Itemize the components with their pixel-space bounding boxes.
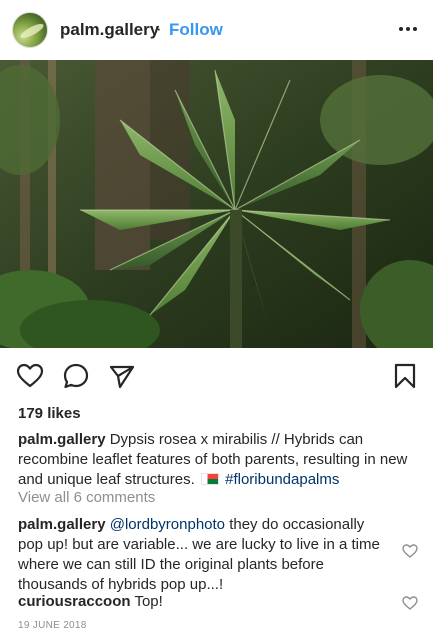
avatar[interactable] <box>12 12 48 48</box>
follow-button[interactable]: Follow <box>169 20 223 40</box>
post-date: 19 JUNE 2018 <box>18 620 87 631</box>
post-image[interactable] <box>0 60 433 348</box>
bookmark-icon[interactable] <box>391 362 419 390</box>
header-username[interactable]: palm.gallery <box>60 20 159 40</box>
comment-username[interactable]: palm.gallery <box>18 516 106 533</box>
comment-item: palm.gallery @lordbyronphoto they do occ… <box>18 515 388 595</box>
post-caption: palm.gallery Dypsis rosea x mirabilis //… <box>18 430 418 490</box>
madagascar-flag-icon <box>200 473 219 485</box>
comment-item: curiousraccoon Top! <box>18 592 388 612</box>
post-header: palm.gallery · Follow <box>0 0 433 60</box>
comment-mention[interactable]: @lordbyronphoto <box>110 516 225 533</box>
header-separator: · <box>156 19 162 38</box>
send-icon[interactable] <box>108 362 136 390</box>
comment-username[interactable]: curiousraccoon <box>18 593 131 610</box>
comment-like-heart-icon[interactable] <box>402 543 418 559</box>
action-bar <box>0 352 433 400</box>
comment-like-heart-icon[interactable] <box>402 595 418 611</box>
palm-photo-illustration <box>0 60 433 348</box>
comment-icon[interactable] <box>62 362 90 390</box>
caption-hashtag[interactable]: #floribundapalms <box>225 471 339 488</box>
heart-icon[interactable] <box>16 362 44 390</box>
likes-count[interactable]: 179 likes <box>18 405 81 422</box>
caption-username[interactable]: palm.gallery <box>18 431 106 448</box>
comment-text: Top! <box>134 593 163 610</box>
view-all-comments-link[interactable]: View all 6 comments <box>18 489 155 506</box>
more-options-icon[interactable] <box>396 17 420 41</box>
